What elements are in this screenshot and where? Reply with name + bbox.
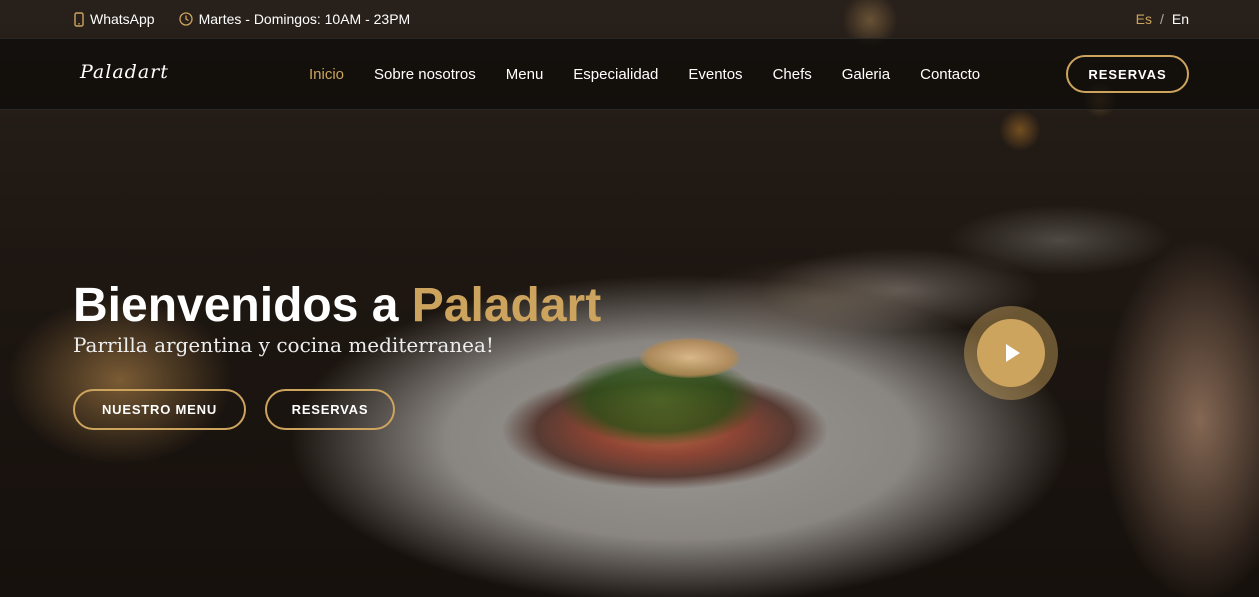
play-video-button[interactable] [964,306,1058,400]
dish-topping [640,338,740,378]
nav-item-menu[interactable]: Menu [506,66,544,83]
nav-item-galeria[interactable]: Galeria [842,66,890,83]
hero-title: Bienvenidos a Paladart [73,278,601,333]
nav-item-eventos[interactable]: Eventos [688,66,742,83]
opening-hours-label: Martes - Domingos: 10AM - 23PM [198,11,411,27]
nav-reserve-button[interactable]: RESERVAS [1066,55,1189,93]
opening-hours: Martes - Domingos: 10AM - 23PM [178,11,411,27]
hero-subtitle: Parrilla argentina y cocina mediterranea… [73,333,494,357]
clock-icon [178,12,193,26]
nav-item-especialidad[interactable]: Especialidad [573,66,658,83]
hero-title-accent: Paladart [411,279,602,332]
nav-menu: Inicio Sobre nosotros Menu Especialidad … [309,66,980,83]
main-navbar: Paladart Inicio Sobre nosotros Menu Espe… [0,38,1259,110]
language-switcher: Es / En [1136,11,1189,27]
play-icon [1006,344,1020,362]
nav-item-sobre-nosotros[interactable]: Sobre nosotros [374,66,476,83]
nav-item-inicio[interactable]: Inicio [309,66,344,83]
play-button-circle [977,319,1045,387]
top-info-bar: WhatsApp Martes - Domingos: 10AM - 23PM … [0,0,1259,38]
nav-item-chefs[interactable]: Chefs [773,66,812,83]
hero-title-prefix: Bienvenidos a [73,279,412,332]
nav-item-contacto[interactable]: Contacto [920,66,980,83]
lang-en[interactable]: En [1172,11,1189,27]
phone-icon [74,11,84,27]
whatsapp-link[interactable]: WhatsApp [74,11,155,27]
lang-separator: / [1159,11,1164,27]
site-logo[interactable]: Paladart [80,61,169,83]
our-menu-button[interactable]: NUESTRO MENU [73,389,246,430]
whatsapp-label: WhatsApp [90,11,155,27]
hero-reserve-button[interactable]: RESERVAS [265,389,395,430]
lang-es[interactable]: Es [1136,11,1152,27]
